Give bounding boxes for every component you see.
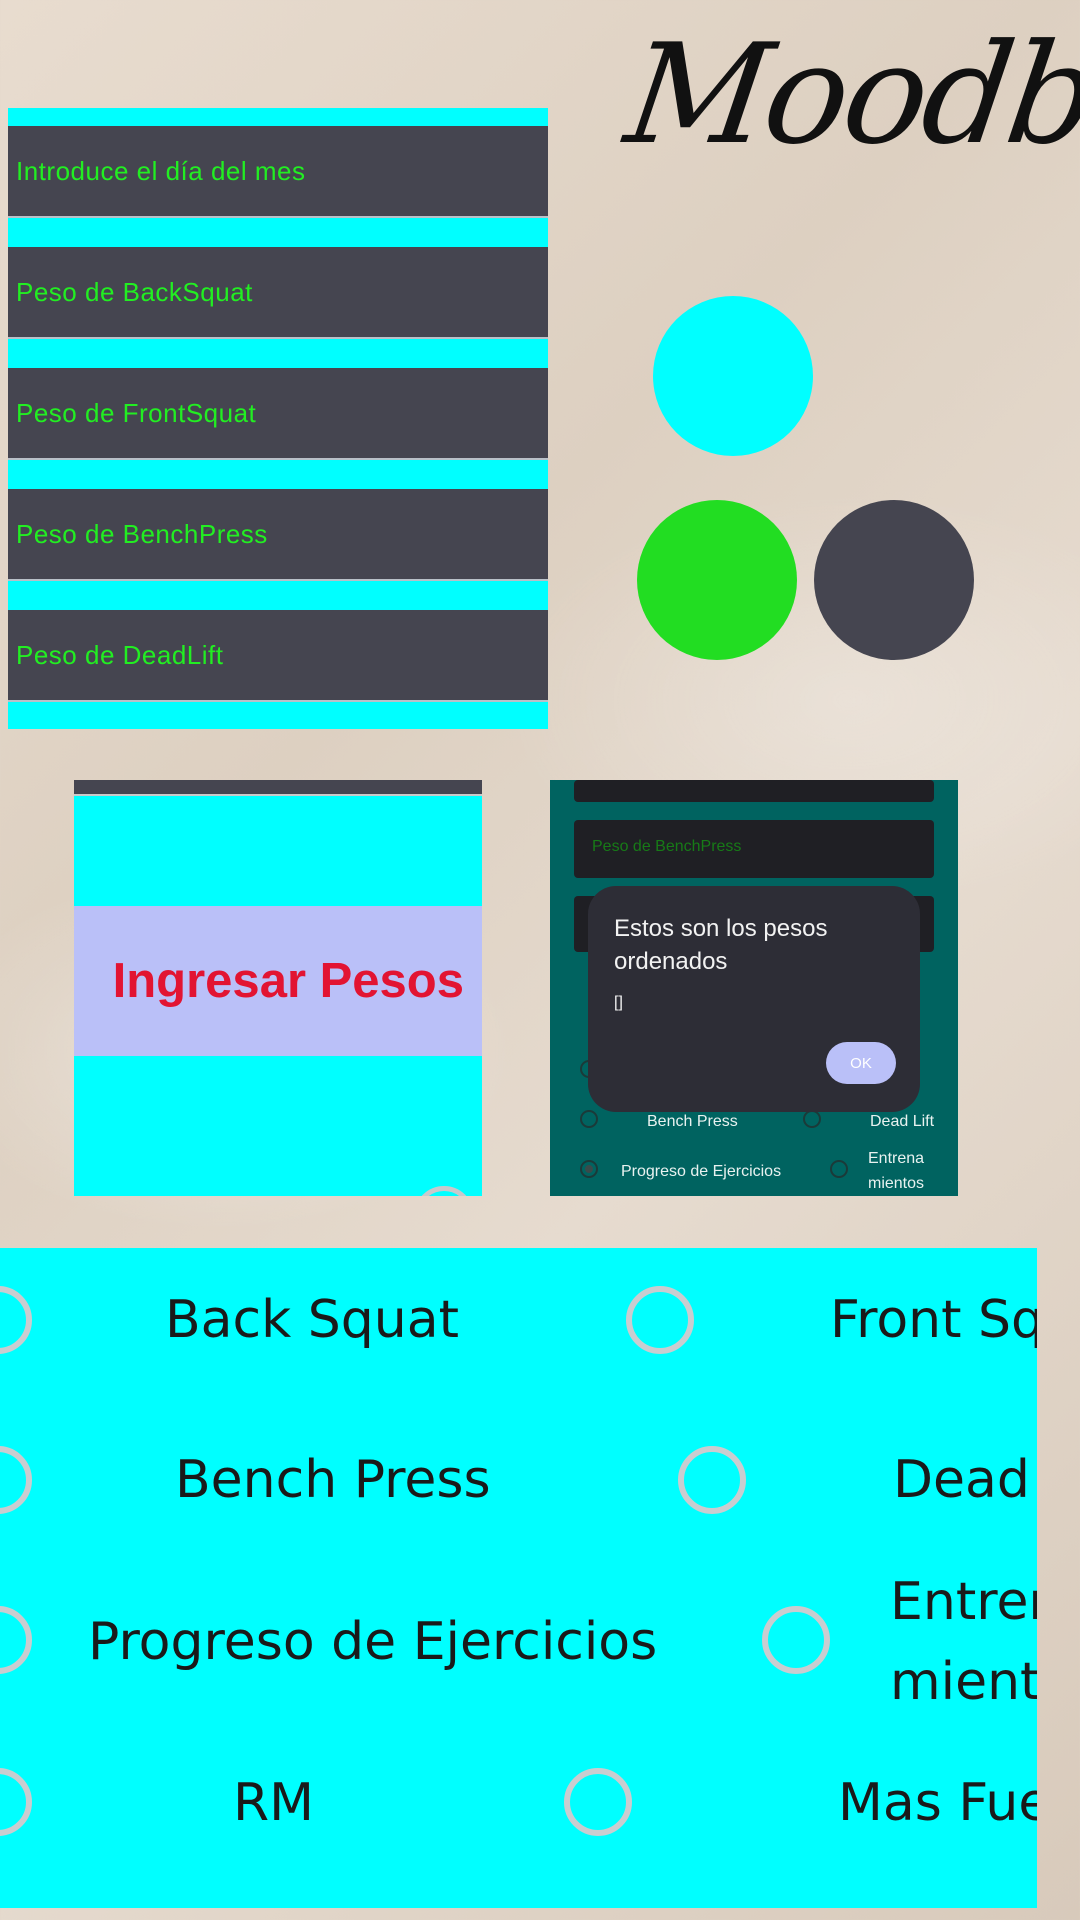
radio-dead-lift[interactable] bbox=[803, 1110, 821, 1128]
radio-options-closeup: Back Squat Front Sq Bench Press Dead Pro… bbox=[0, 1248, 1037, 1908]
radio-label-entrenamientos-1: Entren bbox=[890, 1572, 1037, 1632]
ok-button[interactable]: OK bbox=[826, 1042, 896, 1084]
radio-label-entrenamientos-1: Entrena bbox=[868, 1150, 925, 1167]
radio-bench-press[interactable] bbox=[580, 1110, 598, 1128]
benchpress-dark-input[interactable]: Peso de BenchPress bbox=[574, 820, 934, 878]
dark-gray-swatch bbox=[814, 500, 974, 660]
day-of-month-input[interactable]: Introduce el día del mes bbox=[8, 126, 548, 218]
panel-top-bar bbox=[74, 780, 482, 796]
radio-progreso[interactable] bbox=[580, 1160, 598, 1178]
deadlift-weight-input[interactable]: Peso de DeadLift bbox=[8, 610, 548, 702]
dark-input-field[interactable] bbox=[574, 780, 934, 802]
radio-label-progreso: Progreso de Ejercicios bbox=[88, 1612, 658, 1672]
radio-label-dead-lift: Dead Lift bbox=[870, 1113, 935, 1130]
frontsquat-weight-input[interactable]: Peso de FrontSquat bbox=[8, 368, 548, 460]
radio-bench-press[interactable] bbox=[0, 1446, 32, 1514]
input-field-stack: Introduce el día del mes Peso de BackSqu… bbox=[8, 108, 548, 729]
radio-front-squat[interactable] bbox=[626, 1286, 694, 1354]
radio-label-entrenamientos-2: miento bbox=[890, 1652, 1037, 1712]
ingresar-button-preview: Ingresar Pesos bbox=[74, 780, 482, 1196]
radio-label-entrenamientos-2: mientos bbox=[868, 1175, 925, 1192]
radio-label-back-squat: Back Squat bbox=[165, 1290, 459, 1350]
radio-entrenamientos[interactable] bbox=[830, 1160, 848, 1178]
benchpress-weight-input[interactable]: Peso de BenchPress bbox=[8, 489, 548, 581]
dialog-title: Estos son los pesos ordenados bbox=[614, 915, 828, 975]
radio-dead-lift[interactable] bbox=[678, 1446, 746, 1514]
benchpress-placeholder: Peso de BenchPress bbox=[592, 838, 742, 855]
radio-label-rm: RM bbox=[233, 1773, 314, 1833]
radio-entrenamientos[interactable] bbox=[762, 1606, 830, 1674]
dialog-screenshot: Peso de BenchPress uat Bench Press Dead … bbox=[550, 780, 958, 1196]
radio-rm[interactable] bbox=[0, 1768, 32, 1836]
radio-label-bench-press: Bench Press bbox=[647, 1113, 738, 1130]
moodboard-title: Moodboard bbox=[617, 14, 1080, 175]
radio-label-front-squat: Front Sq bbox=[830, 1290, 1037, 1350]
ingresar-pesos-button[interactable]: Ingresar Pesos bbox=[74, 906, 482, 1056]
radio-label-bench-press: Bench Press bbox=[175, 1450, 491, 1510]
radio-label-mas-fuerza: Mas Fue bbox=[838, 1773, 1037, 1833]
radio-progreso[interactable] bbox=[0, 1606, 32, 1674]
partial-radio-icon bbox=[414, 1186, 474, 1196]
radio-label-dead-lift: Dead bbox=[893, 1450, 1030, 1510]
backsquat-weight-input[interactable]: Peso de BackSquat bbox=[8, 247, 548, 339]
green-swatch bbox=[637, 500, 797, 660]
radio-icon[interactable] bbox=[0, 1286, 32, 1354]
radio-mas-fuerza[interactable] bbox=[564, 1768, 632, 1836]
alert-dialog: Estos son los pesos ordenados [] OK bbox=[588, 886, 920, 1112]
dialog-body: [] bbox=[614, 994, 623, 1011]
cyan-swatch bbox=[653, 296, 813, 456]
radio-label-progreso: Progreso de Ejercicios bbox=[621, 1163, 782, 1180]
